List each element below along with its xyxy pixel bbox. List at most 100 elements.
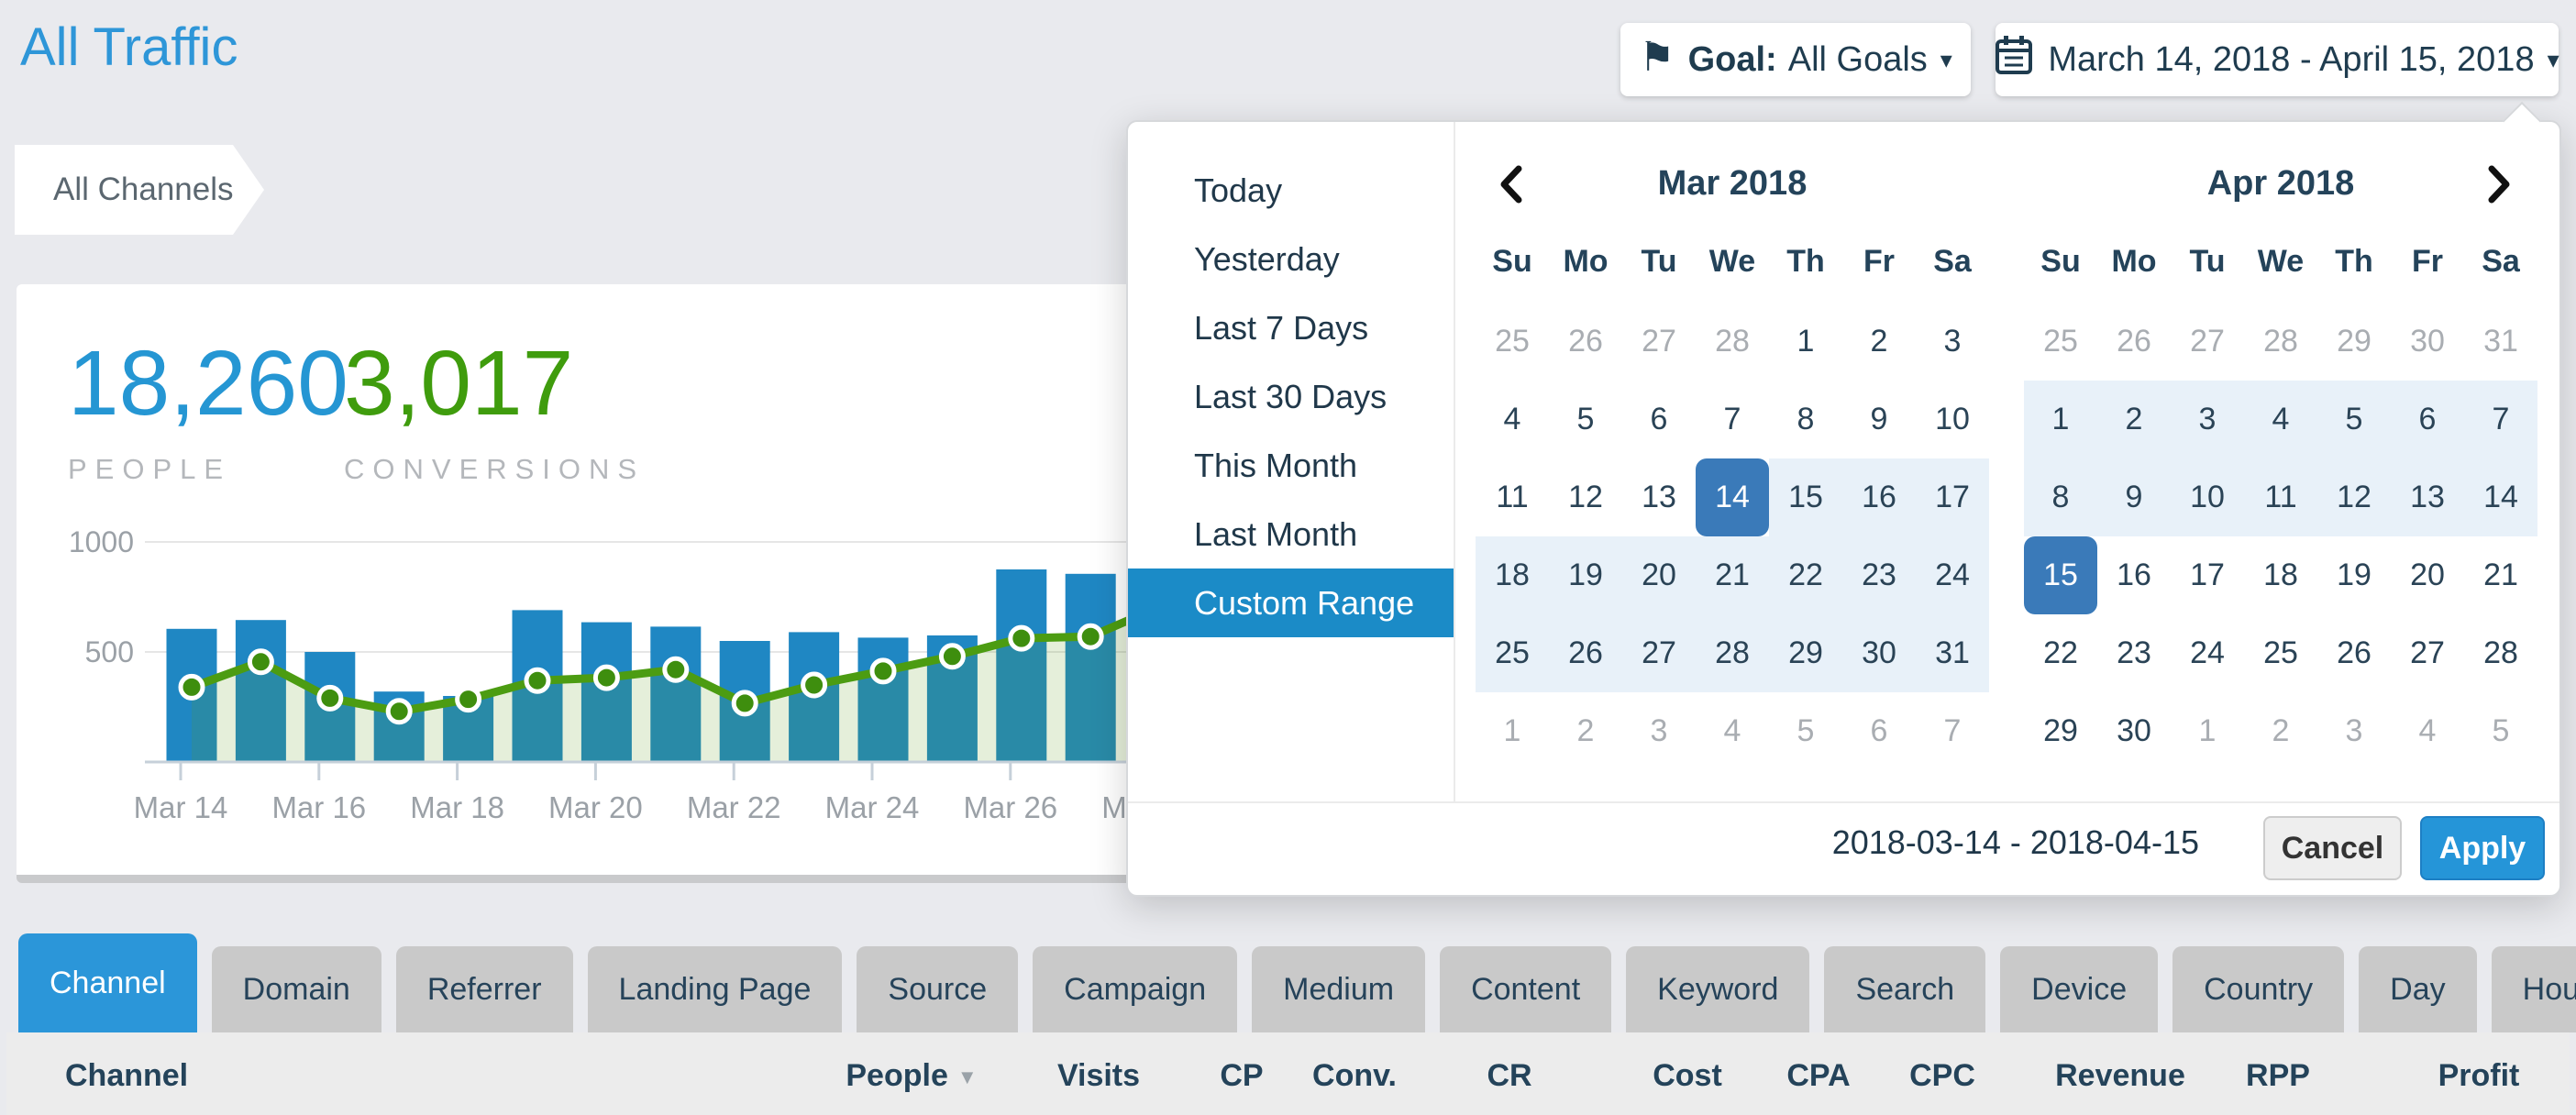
tab-referrer[interactable]: Referrer: [396, 946, 573, 1032]
tab-channel[interactable]: Channel: [18, 933, 197, 1032]
calendar-day[interactable]: 11: [2244, 458, 2317, 536]
calendar-day[interactable]: 26: [1549, 614, 1622, 692]
preset-this-month[interactable]: This Month: [1128, 431, 1454, 500]
calendar-day[interactable]: 31: [1916, 614, 1989, 692]
calendar-day[interactable]: 5: [2317, 381, 2391, 458]
preset-last-month[interactable]: Last Month: [1128, 500, 1454, 569]
calendar-day[interactable]: 30: [2097, 692, 2171, 770]
preset-yesterday[interactable]: Yesterday: [1128, 225, 1454, 293]
calendar-day[interactable]: 1: [2171, 692, 2244, 770]
calendar-day[interactable]: 28: [2464, 614, 2537, 692]
column-header-cost[interactable]: Cost: [1653, 1058, 1722, 1094]
calendar-day[interactable]: 26: [2097, 303, 2171, 381]
calendar-day[interactable]: 8: [1769, 381, 1842, 458]
calendar-day[interactable]: 10: [2171, 458, 2244, 536]
calendar-day[interactable]: 17: [1916, 458, 1989, 536]
calendar-day[interactable]: 22: [1769, 536, 1842, 614]
calendar-day[interactable]: 1: [1769, 303, 1842, 381]
calendar-day[interactable]: 25: [1476, 303, 1549, 381]
calendar-day[interactable]: 3: [2171, 381, 2244, 458]
calendar-day[interactable]: 9: [2097, 458, 2171, 536]
calendar-day[interactable]: 13: [1622, 458, 1696, 536]
calendar-day[interactable]: 4: [2391, 692, 2464, 770]
calendar-day[interactable]: 23: [2097, 614, 2171, 692]
calendar-day[interactable]: 8: [2024, 458, 2097, 536]
calendar-day[interactable]: 12: [1549, 458, 1622, 536]
calendar-day[interactable]: 19: [2317, 536, 2391, 614]
column-header-revenue[interactable]: Revenue: [2055, 1058, 2185, 1094]
tab-keyword[interactable]: Keyword: [1626, 946, 1809, 1032]
calendar-day[interactable]: 11: [1476, 458, 1549, 536]
calendar-day[interactable]: 3: [2317, 692, 2391, 770]
breadcrumb[interactable]: All Channels: [15, 145, 264, 235]
calendar-day[interactable]: 10: [1916, 381, 1989, 458]
calendar-day[interactable]: 27: [1622, 303, 1696, 381]
tab-source[interactable]: Source: [857, 946, 1018, 1032]
calendar-day[interactable]: 16: [2097, 536, 2171, 614]
calendar-day[interactable]: 21: [2464, 536, 2537, 614]
calendar-day[interactable]: 17: [2171, 536, 2244, 614]
calendar-day[interactable]: 25: [2024, 303, 2097, 381]
calendar-day[interactable]: 27: [2171, 303, 2244, 381]
tab-device[interactable]: Device: [2000, 946, 2158, 1032]
calendar-day[interactable]: 15: [2024, 536, 2097, 614]
calendar-day[interactable]: 24: [1916, 536, 1989, 614]
preset-last-7-days[interactable]: Last 7 Days: [1128, 293, 1454, 362]
calendar-day[interactable]: 13: [2391, 458, 2464, 536]
tab-hour[interactable]: Hour: [2492, 946, 2576, 1032]
calendar-day[interactable]: 3: [1622, 692, 1696, 770]
calendar-day[interactable]: 4: [1696, 692, 1769, 770]
calendar-day[interactable]: 6: [1842, 692, 1916, 770]
calendar-day[interactable]: 1: [1476, 692, 1549, 770]
calendar-day[interactable]: 29: [2024, 692, 2097, 770]
calendar-day[interactable]: 24: [2171, 614, 2244, 692]
calendar-day[interactable]: 25: [1476, 614, 1549, 692]
column-header-profit[interactable]: Profit: [2438, 1058, 2520, 1094]
calendar-day[interactable]: 31: [2464, 303, 2537, 381]
column-header-rpp[interactable]: RPP: [2246, 1058, 2310, 1094]
calendar-day[interactable]: 25: [2244, 614, 2317, 692]
column-header-channel[interactable]: Channel: [65, 1058, 188, 1094]
column-header-visits[interactable]: Visits: [1057, 1058, 1140, 1094]
goal-selector-button[interactable]: ⚑ Goal: All Goals ▾: [1620, 23, 1971, 96]
calendar-day[interactable]: 12: [2317, 458, 2391, 536]
preset-custom-range[interactable]: Custom Range: [1128, 569, 1454, 637]
tab-content[interactable]: Content: [1440, 946, 1611, 1032]
calendar-day[interactable]: 6: [2391, 381, 2464, 458]
calendar-day[interactable]: 16: [1842, 458, 1916, 536]
tab-landing-page[interactable]: Landing Page: [588, 946, 843, 1032]
calendar-day[interactable]: 20: [2391, 536, 2464, 614]
calendar-day[interactable]: 4: [2244, 381, 2317, 458]
calendar-day[interactable]: 1: [2024, 381, 2097, 458]
calendar-day[interactable]: 9: [1842, 381, 1916, 458]
calendar-day[interactable]: 7: [2464, 381, 2537, 458]
calendar-day[interactable]: 28: [1696, 614, 1769, 692]
calendar-day[interactable]: 23: [1842, 536, 1916, 614]
calendar-day[interactable]: 29: [2317, 303, 2391, 381]
calendar-day[interactable]: 7: [1696, 381, 1769, 458]
calendar-day[interactable]: 28: [2244, 303, 2317, 381]
calendar-day[interactable]: 20: [1622, 536, 1696, 614]
date-range-button[interactable]: March 14, 2018 - April 15, 2018 ▾: [1996, 23, 2559, 96]
column-header-cpc[interactable]: CPC: [1909, 1058, 1975, 1094]
calendar-day[interactable]: 15: [1769, 458, 1842, 536]
column-header-conv[interactable]: Conv.: [1312, 1058, 1397, 1094]
calendar-day[interactable]: 19: [1549, 536, 1622, 614]
calendar-day[interactable]: 7: [1916, 692, 1989, 770]
tab-search[interactable]: Search: [1824, 946, 1985, 1032]
calendar-day[interactable]: 26: [1549, 303, 1622, 381]
column-header-cp[interactable]: CP: [1220, 1058, 1263, 1094]
calendar-day[interactable]: 2: [1842, 303, 1916, 381]
calendar-day[interactable]: 14: [2464, 458, 2537, 536]
calendar-day[interactable]: 21: [1696, 536, 1769, 614]
calendar-day[interactable]: 18: [1476, 536, 1549, 614]
calendar-day[interactable]: 14: [1696, 458, 1769, 536]
calendar-day[interactable]: 30: [2391, 303, 2464, 381]
calendar-day[interactable]: 6: [1622, 381, 1696, 458]
calendar-day[interactable]: 27: [2391, 614, 2464, 692]
calendar-day[interactable]: 4: [1476, 381, 1549, 458]
calendar-day[interactable]: 5: [1769, 692, 1842, 770]
cancel-button[interactable]: Cancel: [2263, 816, 2402, 880]
tab-domain[interactable]: Domain: [212, 946, 381, 1032]
calendar-day[interactable]: 3: [1916, 303, 1989, 381]
